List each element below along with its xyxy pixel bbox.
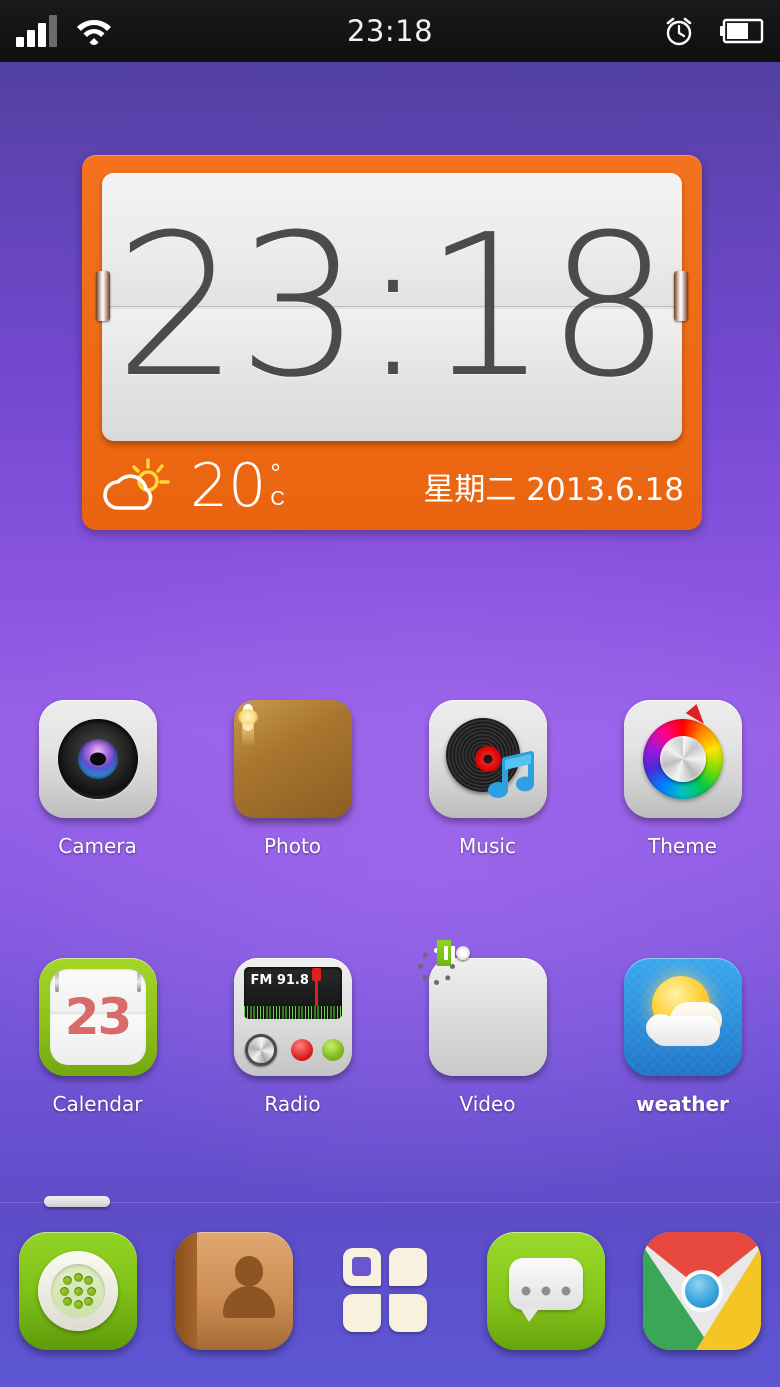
- app-label: Radio: [264, 1092, 321, 1116]
- contacts-person-icon[interactable]: [175, 1232, 293, 1350]
- phone-dialer-icon[interactable]: [19, 1232, 137, 1350]
- chrome-browser-icon[interactable]: [643, 1232, 761, 1350]
- radio-green-button-icon: [321, 1039, 344, 1061]
- calendar-day-number: 23: [64, 988, 133, 1046]
- app-video[interactable]: Video: [390, 940, 585, 1116]
- radio-station-label: FM 91.8: [250, 973, 309, 988]
- app-row-2: 23 Calendar FM 91.8 Radio Video weather: [0, 940, 780, 1116]
- radio-icon[interactable]: FM 91.8: [233, 958, 352, 1076]
- app-label: Theme: [648, 834, 717, 858]
- dock-item-app-drawer[interactable]: [312, 1232, 468, 1350]
- music-note-icon: [487, 750, 535, 802]
- degree-symbol: °: [270, 457, 281, 488]
- celsius-letter: C: [270, 488, 285, 511]
- home-screen-app-grid: Camera Photo Music Theme 23 Calendar FM …: [0, 700, 780, 1116]
- app-row-1: Camera Photo Music Theme: [0, 700, 780, 858]
- app-label: Music: [459, 834, 516, 858]
- dock-divider: [0, 1202, 780, 1203]
- radio-red-button-icon: [290, 1039, 313, 1061]
- app-label: weather: [636, 1092, 729, 1116]
- app-camera[interactable]: Camera: [0, 700, 195, 858]
- message-bubble-icon[interactable]: [487, 1232, 605, 1350]
- music-vinyl-note-icon[interactable]: [428, 700, 547, 818]
- status-bar[interactable]: 23:18: [0, 0, 780, 62]
- app-label: Photo: [263, 834, 322, 858]
- app-calendar[interactable]: 23 Calendar: [0, 958, 195, 1116]
- app-radio[interactable]: FM 91.8 Radio: [195, 958, 390, 1116]
- flip-clock-hinge-right: [674, 271, 688, 321]
- widget-temperature: 20: [190, 451, 267, 521]
- app-theme[interactable]: Theme: [585, 700, 780, 858]
- dock-item-phone[interactable]: [0, 1232, 156, 1350]
- widget-date: 星期二 2013.6.18: [423, 471, 684, 508]
- app-photo[interactable]: Photo: [195, 700, 390, 858]
- clock-weather-widget[interactable]: 23:18 20 ° C 星期二 2013.6.18: [82, 155, 702, 530]
- dock: [0, 1232, 780, 1387]
- photo-gallery-icon[interactable]: [233, 700, 352, 818]
- theme-color-wheel-icon[interactable]: [623, 700, 742, 818]
- app-music[interactable]: Music: [390, 700, 585, 858]
- flip-clock-card[interactable]: 23:18: [102, 173, 682, 441]
- calendar-icon[interactable]: 23: [38, 958, 157, 1076]
- widget-time: 23:18: [114, 193, 672, 421]
- app-weather[interactable]: weather: [585, 958, 780, 1116]
- app-label: Video: [459, 1092, 516, 1116]
- app-drawer-grid-icon[interactable]: [331, 1232, 449, 1350]
- dock-item-browser[interactable]: [624, 1232, 780, 1350]
- camera-icon[interactable]: [38, 700, 157, 818]
- widget-temperature-unit: ° C: [270, 457, 285, 511]
- weather-sun-cloud-icon[interactable]: [623, 958, 742, 1076]
- dock-item-messaging[interactable]: [468, 1232, 624, 1350]
- flip-clock-hinge-left: [96, 271, 110, 321]
- app-label: Calendar: [52, 1092, 143, 1116]
- radio-tuner-knob-icon: [244, 1034, 277, 1066]
- status-bar-clock: 23:18: [346, 14, 434, 48]
- video-player-icon[interactable]: [418, 940, 547, 1076]
- dock-item-contacts[interactable]: [156, 1232, 312, 1350]
- widget-weather-row[interactable]: 20 ° C 星期二 2013.6.18: [82, 442, 702, 530]
- sun-behind-cloud-icon: [100, 458, 184, 514]
- app-label: Camera: [58, 834, 137, 858]
